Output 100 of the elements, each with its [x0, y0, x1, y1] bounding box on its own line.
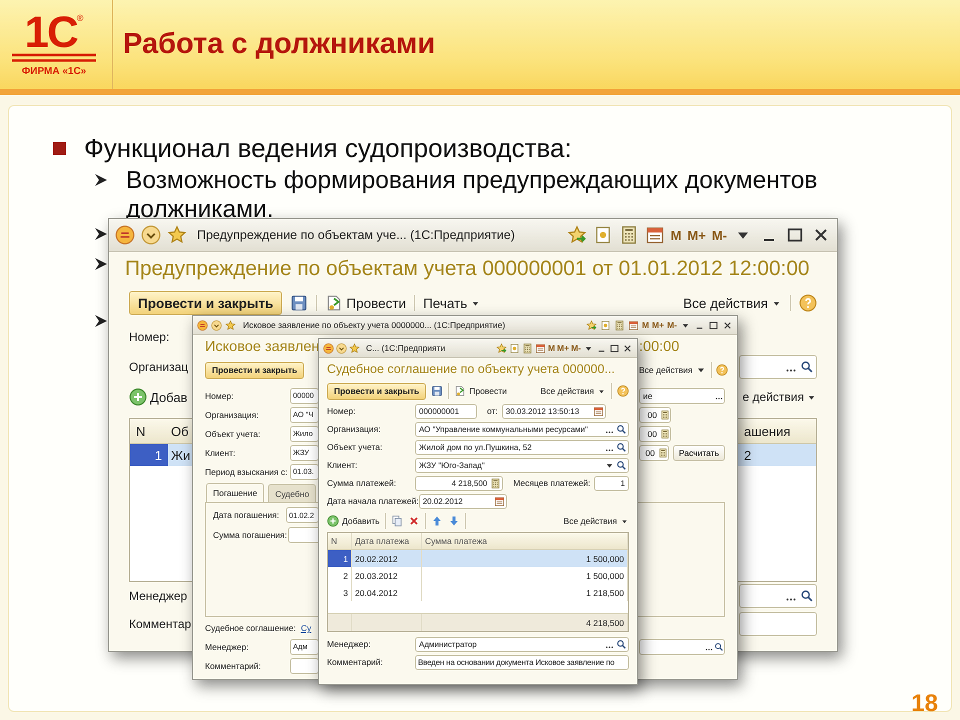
- add-icon[interactable]: [129, 388, 147, 406]
- add-icon[interactable]: [327, 515, 339, 527]
- star-icon[interactable]: [349, 342, 360, 354]
- memory-button[interactable]: M: [642, 320, 650, 330]
- add-button[interactable]: Добавить: [327, 515, 380, 527]
- search-icon[interactable]: [800, 360, 814, 374]
- document-icon[interactable]: [454, 385, 466, 397]
- star-arrow-icon[interactable]: [496, 342, 507, 354]
- calendar-icon[interactable]: [592, 406, 604, 416]
- arrow-up-icon[interactable]: [430, 515, 443, 527]
- memory-button[interactable]: M: [670, 228, 682, 242]
- memory-button[interactable]: M-: [667, 320, 677, 330]
- input-field[interactable]: [639, 638, 725, 654]
- star-icon[interactable]: [167, 225, 187, 245]
- input-field[interactable]: 4 218,500: [415, 476, 504, 490]
- search-icon[interactable]: [616, 424, 627, 434]
- all-actions-button[interactable]: Все действия: [564, 516, 629, 526]
- calculator-icon[interactable]: [660, 428, 670, 438]
- memory-button[interactable]: M+: [557, 343, 570, 353]
- menu-icon[interactable]: [141, 225, 161, 245]
- close-icon[interactable]: [722, 320, 733, 330]
- input-field[interactable]: 00: [639, 406, 671, 422]
- calculator-icon[interactable]: [660, 410, 670, 420]
- tab[interactable]: Судебно: [268, 484, 316, 502]
- help-icon[interactable]: [617, 385, 629, 397]
- memory-button[interactable]: M-: [571, 343, 581, 353]
- input-field[interactable]: ие: [639, 388, 725, 404]
- input-field[interactable]: 000000001: [415, 404, 477, 418]
- star-arrow-icon[interactable]: [586, 320, 597, 330]
- calculate-button[interactable]: Расчитать: [672, 444, 725, 460]
- post-and-close-button[interactable]: Провести и закрыть: [327, 382, 426, 400]
- post-button[interactable]: Провести: [325, 294, 406, 312]
- maximize-icon[interactable]: [609, 342, 620, 354]
- post-button[interactable]: Провести: [454, 385, 507, 397]
- input-field[interactable]: Администратор: [415, 636, 629, 652]
- app-logo-icon[interactable]: [197, 320, 208, 330]
- bookmark-icon[interactable]: [508, 342, 520, 354]
- menu-icon[interactable]: [211, 320, 222, 330]
- app-logo-icon[interactable]: [115, 225, 135, 245]
- all-actions-button[interactable]: Все действия: [540, 386, 606, 396]
- input-field[interactable]: [290, 658, 319, 674]
- add-button[interactable]: Добав: [129, 388, 188, 406]
- search-icon[interactable]: [714, 642, 724, 652]
- input-field[interactable]: [288, 527, 321, 543]
- table-cell[interactable]: Жи: [168, 444, 194, 466]
- table-cell[interactable]: 2: [738, 444, 816, 466]
- star-arrow-icon[interactable]: [566, 225, 587, 245]
- help-icon[interactable]: [799, 294, 817, 312]
- search-icon[interactable]: [616, 442, 627, 452]
- input-field[interactable]: ЖЗУ "Юго-Запад": [415, 458, 629, 472]
- table-cell[interactable]: 1: [130, 444, 168, 466]
- calendar-icon[interactable]: [644, 225, 665, 245]
- maximize-icon[interactable]: [708, 320, 719, 330]
- memory-button[interactable]: M: [548, 343, 556, 353]
- memory-button[interactable]: M+: [652, 320, 664, 330]
- menu-icon[interactable]: [336, 342, 347, 354]
- all-actions-button[interactable]: Все действия: [639, 364, 708, 376]
- input-field[interactable]: [739, 612, 817, 636]
- search-icon[interactable]: [616, 638, 627, 650]
- calendar-icon[interactable]: [628, 320, 639, 330]
- agreement-link[interactable]: Су: [300, 623, 312, 633]
- table-row[interactable]: 2 20.03.2012 1 500,000: [328, 567, 628, 584]
- close-icon[interactable]: [622, 342, 633, 354]
- input-field[interactable]: [739, 584, 817, 608]
- save-icon[interactable]: [290, 294, 308, 312]
- save-icon[interactable]: [431, 385, 444, 397]
- calculator-icon[interactable]: [658, 448, 668, 458]
- delete-icon[interactable]: [408, 515, 420, 527]
- input-field[interactable]: 00: [639, 444, 669, 460]
- input-field[interactable]: Введен на основании документа Исковое заявление по: [415, 654, 629, 670]
- input-field[interactable]: Жилой дом по ул.Пушкина, 52: [415, 440, 629, 454]
- print-button[interactable]: Печать: [423, 296, 482, 310]
- all-actions-button[interactable]: е действия: [742, 390, 817, 404]
- table-row[interactable]: 3 20.04.2012 1 218,500: [328, 584, 628, 601]
- input-field[interactable]: 1: [594, 476, 629, 490]
- star-icon[interactable]: [225, 320, 236, 330]
- input-field[interactable]: 20.02.2012: [418, 494, 507, 508]
- memory-button[interactable]: M-: [712, 228, 727, 242]
- calendar-icon[interactable]: [534, 342, 546, 354]
- all-actions-button[interactable]: Все действия: [683, 296, 782, 310]
- calculator-icon[interactable]: [522, 342, 533, 354]
- input-field[interactable]: АО "Управление коммунальными ресурсами": [415, 422, 629, 436]
- input-field[interactable]: 00: [639, 426, 671, 442]
- copy-icon[interactable]: [390, 515, 403, 527]
- table-row[interactable]: 1 20.02.2012 1 500,000: [328, 550, 628, 567]
- app-logo-icon[interactable]: [323, 342, 334, 354]
- calendar-icon[interactable]: [494, 496, 505, 506]
- calculator-icon[interactable]: [490, 478, 502, 488]
- bookmark-icon[interactable]: [600, 320, 611, 330]
- memory-button[interactable]: M+: [687, 228, 706, 242]
- post-and-close-button[interactable]: Провести и закрыть: [129, 291, 282, 315]
- help-icon[interactable]: [716, 364, 728, 376]
- search-icon[interactable]: [616, 460, 627, 470]
- input-field[interactable]: 30.03.2012 13:50:13: [502, 404, 606, 418]
- tab[interactable]: Погашение: [206, 483, 264, 502]
- post-and-close-button[interactable]: Провести и закрыть: [205, 362, 304, 378]
- arrow-down-icon[interactable]: [448, 515, 460, 527]
- search-icon[interactable]: [800, 589, 814, 603]
- input-field[interactable]: [739, 355, 817, 379]
- calculator-icon[interactable]: [614, 320, 625, 330]
